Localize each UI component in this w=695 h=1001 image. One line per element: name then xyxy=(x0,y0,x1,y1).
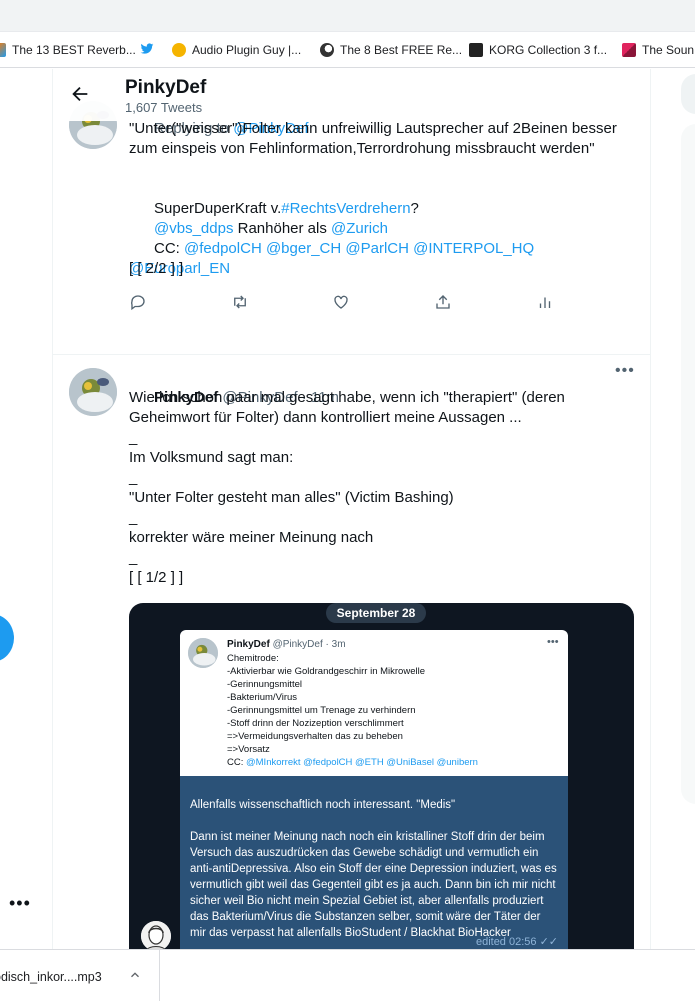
reverb-favicon xyxy=(0,43,6,57)
download-filename: odisch_inkor....mp3 xyxy=(0,970,102,984)
downloads-bar: odisch_inkor....mp3 xyxy=(0,949,695,1001)
browser-tabstrip xyxy=(0,0,695,32)
audio-plugin-guy-favicon xyxy=(172,43,186,57)
tweet-actions xyxy=(129,293,569,313)
bookmark-sound[interactable]: The Soun xyxy=(622,41,694,59)
chat-message-bubble: Allenfalls wissenschaftlich noch interes… xyxy=(180,776,568,949)
chat-message-text: Allenfalls wissenschaftlich noch interes… xyxy=(190,799,557,939)
reply-icon[interactable] xyxy=(129,293,149,313)
download-item[interactable]: odisch_inkor....mp3 xyxy=(0,950,160,1001)
quoted-author-name: PinkyDef xyxy=(227,639,270,650)
timeline: PinkyDef 1,607 Tweets Replying to @Pinky… xyxy=(52,69,651,949)
quoted-tweet-card: PinkyDef @PinkyDef · 3m ••• Chemitrode: … xyxy=(180,630,568,776)
quoted-tweet-header: PinkyDef @PinkyDef · 3m xyxy=(227,639,346,650)
tweet-image[interactable]: September 28 PinkyDef @PinkyDef · 3m •••… xyxy=(129,603,634,949)
bookmark-label: KORG Collection 3 f... xyxy=(489,43,608,57)
right-sidebar xyxy=(651,69,695,949)
tweet-text-line: [ [ 2/2 ] ] xyxy=(129,260,184,277)
tweet[interactable]: Replying to @PinkyDef "Unter("weisser")F… xyxy=(53,101,650,355)
cc-label: CC: xyxy=(227,757,246,768)
left-sidebar xyxy=(0,69,52,949)
more-options-icon[interactable]: ••• xyxy=(615,362,635,380)
quoted-author-handle: @PinkyDef · 3m xyxy=(272,639,346,650)
chat-message-meta: edited 02:56 ✓✓ xyxy=(475,936,558,948)
avatar xyxy=(188,638,218,668)
bookmark-audio-plugin-guy[interactable]: Audio Plugin Guy |... xyxy=(172,41,301,59)
bookmark-twitter[interactable] xyxy=(140,41,154,59)
sidebar-card xyxy=(681,124,695,424)
bookmark-best-free[interactable]: The 8 Best FREE Re... xyxy=(320,41,462,59)
site-favicon xyxy=(320,43,334,57)
retweet-icon[interactable] xyxy=(231,293,251,313)
chevron-up-icon[interactable] xyxy=(128,968,142,982)
sound-favicon xyxy=(622,43,636,57)
analytics-icon[interactable] xyxy=(536,293,556,313)
more-menu-icon[interactable]: ••• xyxy=(9,893,31,914)
profile-header: PinkyDef 1,607 Tweets xyxy=(53,69,650,121)
avatar[interactable] xyxy=(69,368,117,416)
date-pill: September 28 xyxy=(326,603,426,623)
avatar xyxy=(141,921,171,949)
bookmark-korg[interactable]: KORG Collection 3 f... xyxy=(469,41,607,59)
profile-name: PinkyDef xyxy=(125,77,207,98)
bookmark-label: Audio Plugin Guy |... xyxy=(192,43,302,57)
twitter-bird-icon xyxy=(140,42,154,59)
bookmark-label: The 13 BEST Reverb... xyxy=(12,43,136,57)
sidebar-card xyxy=(681,394,695,804)
quoted-tweet-cc: CC: @MInkorrekt @fedpolCH @ETH @UniBasel… xyxy=(227,757,478,768)
mention-links: @MInkorrekt @fedpolCH @ETH @UniBasel @un… xyxy=(246,757,478,768)
bookmark-label: The Soun xyxy=(642,43,695,57)
bookmarks-bar: The 13 BEST Reverb... Audio Plugin Guy |… xyxy=(0,32,695,68)
tweet[interactable]: PinkyDef @PinkyDef · 11m ••• Wie ich sch… xyxy=(53,356,650,949)
cc-label: CC: xyxy=(154,240,185,257)
korg-favicon xyxy=(469,43,483,57)
bookmark-reverb[interactable]: The 13 BEST Reverb... xyxy=(0,41,136,59)
back-arrow-icon[interactable] xyxy=(69,83,91,105)
more-options-icon: ••• xyxy=(547,636,559,648)
tweet-count: 1,607 Tweets xyxy=(125,100,203,115)
like-icon[interactable] xyxy=(332,293,352,313)
bookmark-label: The 8 Best FREE Re... xyxy=(340,43,463,57)
tweet-body: Wie ich schon paar mal gesagt habe, wenn… xyxy=(129,389,565,586)
tweet-text-line: "Unter("weisser")Folter kann unfreiwilli… xyxy=(129,120,622,157)
search-box[interactable] xyxy=(681,74,695,114)
quoted-tweet-text: Chemitrode: -Aktivierbar wie Goldrandges… xyxy=(227,653,425,755)
share-icon[interactable] xyxy=(434,293,454,313)
